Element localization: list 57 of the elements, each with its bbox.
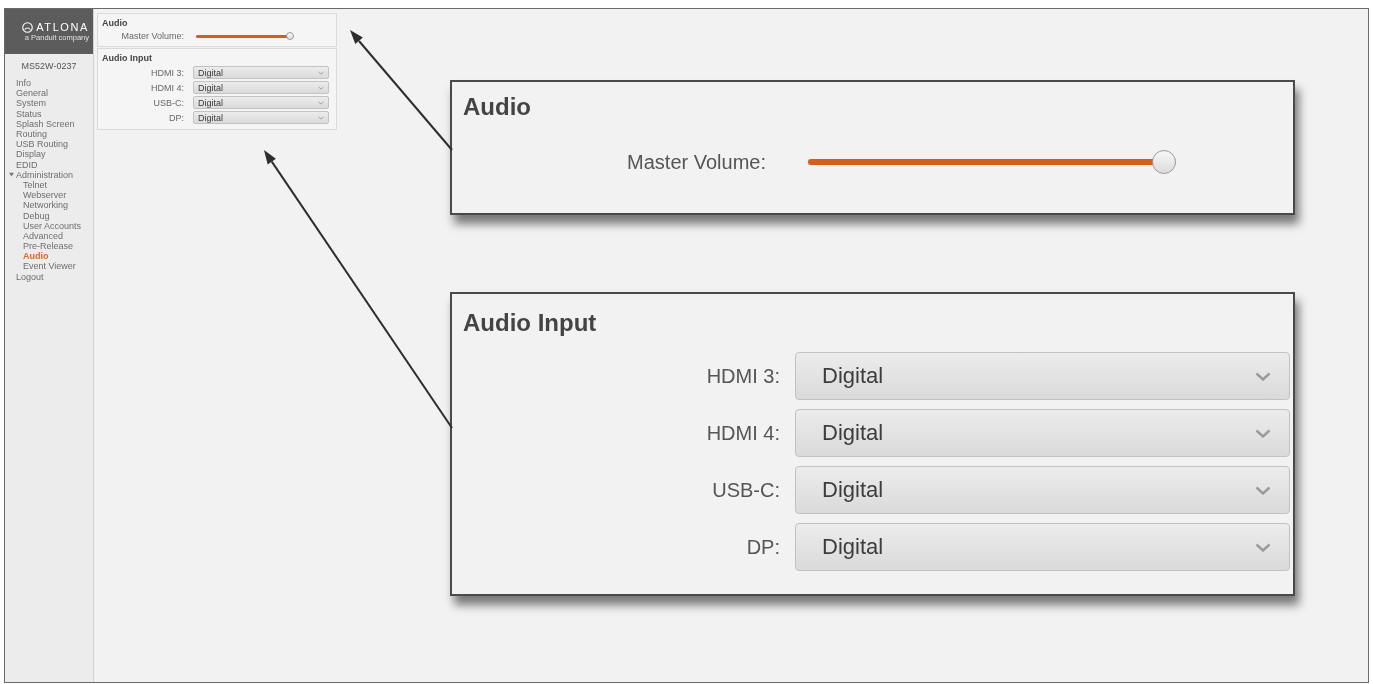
field-label: Master Volume: (627, 150, 766, 174)
section-title: Audio Input (463, 309, 597, 337)
dropdown[interactable]: Digital (193, 111, 329, 124)
sidebar-item[interactable]: Debug (23, 210, 50, 221)
slider-thumb[interactable] (1152, 150, 1176, 174)
chevron-down-icon (1255, 485, 1271, 495)
sidebar-item[interactable]: General (16, 88, 49, 99)
chevron-down-icon (1255, 428, 1271, 438)
field-label: HDMI 4: (151, 82, 184, 93)
chevron-down-icon (318, 115, 324, 120)
field-label: HDMI 4: (706, 421, 780, 445)
caret-icon[interactable] (9, 172, 14, 178)
sidebar-item[interactable]: Webserver (23, 190, 67, 201)
field-label: HDMI 3: (151, 67, 184, 78)
dropdown[interactable]: Digital (795, 352, 1290, 400)
dropdown[interactable]: Digital (795, 466, 1290, 514)
dropdown[interactable]: Digital (795, 409, 1290, 457)
field-label: USB-C: (153, 97, 184, 108)
section-title: Audio (102, 18, 128, 28)
sidebar-item[interactable]: Status (16, 108, 42, 119)
field-label: USB-C: (712, 478, 780, 502)
volume-slider[interactable] (196, 32, 294, 40)
section-title: Audio (463, 93, 531, 121)
sidebar-item[interactable]: Telnet (23, 179, 48, 190)
chevron-down-icon (318, 85, 324, 90)
chevron-down-icon (1255, 542, 1271, 552)
section-title: Audio Input (102, 53, 152, 63)
field-label: DP: (746, 535, 780, 559)
field-label: Master Volume: (121, 31, 184, 41)
field-label: DP: (169, 112, 184, 123)
sidebar-item[interactable]: Logout (16, 271, 44, 282)
sidebar-item[interactable]: User Accounts (23, 220, 82, 231)
sidebar-item[interactable]: Event Viewer (23, 261, 76, 272)
dropdown[interactable]: Digital (795, 523, 1290, 571)
slider-thumb[interactable] (286, 32, 294, 40)
logo-icon (22, 21, 34, 33)
chevron-down-icon (1255, 371, 1271, 381)
sidebar-item[interactable]: Audio (23, 251, 49, 262)
sidebar-item[interactable]: USB Routing (16, 139, 69, 150)
field-label: HDMI 3: (706, 364, 780, 388)
logo-text: ATLONA (36, 21, 89, 33)
dropdown[interactable]: Digital (193, 66, 329, 79)
dropdown[interactable]: Digital (193, 81, 329, 94)
device-name: MS52W-0237 (21, 61, 77, 71)
sidebar-item[interactable]: Networking (23, 200, 69, 211)
sidebar-item[interactable]: Display (16, 149, 46, 160)
sidebar-item[interactable]: Routing (16, 129, 48, 140)
sidebar-item[interactable]: Pre-Release (23, 241, 74, 252)
sidebar-item[interactable]: Advanced (23, 230, 64, 241)
chevron-down-icon (318, 70, 324, 75)
sidebar-item[interactable]: System (16, 98, 46, 109)
sidebar-item[interactable]: Administration (16, 169, 74, 180)
sidebar-item[interactable]: Splash Screen (16, 118, 75, 129)
sidebar-item[interactable]: EDID (16, 159, 38, 170)
chevron-down-icon (318, 100, 324, 105)
dropdown[interactable]: Digital (193, 96, 329, 109)
sidebar-item[interactable]: Info (16, 78, 31, 89)
